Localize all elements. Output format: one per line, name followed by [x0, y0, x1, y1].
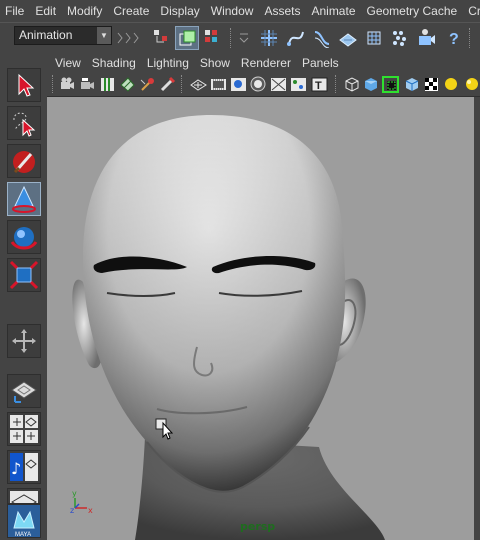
wireframe-icon[interactable]	[343, 76, 360, 93]
axis-gizmo: y z x	[70, 489, 93, 515]
svg-text:♪: ♪	[11, 459, 21, 478]
select-camera-icon[interactable]	[59, 76, 76, 93]
snap-live-surface-icon[interactable]	[362, 26, 386, 50]
collapse-arrows-icon[interactable]	[116, 31, 146, 45]
graph-editor-layout-icon: ♪	[10, 453, 38, 481]
menu-set-value: Animation	[19, 28, 73, 42]
menu-create[interactable]: Create	[108, 0, 155, 22]
toolbox: ♪ MAYA	[0, 52, 47, 540]
menu-modify[interactable]: Modify	[62, 0, 108, 22]
axis-y-label: y	[72, 489, 77, 498]
separator	[181, 75, 184, 93]
smooth-shade-icon[interactable]	[362, 76, 379, 93]
outliner-layout-icon	[10, 491, 38, 503]
camera-name-label: persp	[240, 520, 276, 533]
select-arrow-icon	[18, 73, 35, 97]
rotate-tool-icon	[10, 227, 38, 250]
svg-text:T: T	[315, 80, 322, 92]
lasso-tool[interactable]	[7, 106, 41, 140]
chevron-down-icon[interactable]: ▼	[97, 27, 111, 44]
panel-menu-renderer[interactable]: Renderer	[237, 52, 298, 74]
manipulator-icon	[12, 329, 36, 353]
expand-arrow-icon[interactable]	[238, 31, 250, 45]
use-default-light-icon[interactable]	[463, 76, 480, 93]
rotate-tool[interactable]	[7, 220, 41, 254]
panel-menu-bar: View Shading Lighting Show Renderer Pane…	[47, 52, 480, 74]
snap-point-icon[interactable]	[310, 26, 334, 50]
textured-icon[interactable]	[403, 76, 420, 93]
grease-pencil-icon[interactable]	[159, 76, 176, 93]
bookmarks-icon[interactable]	[99, 76, 116, 93]
separator	[230, 28, 233, 48]
panel-menu-shading[interactable]: Shading	[88, 52, 143, 74]
panel-menu-view[interactable]: View	[47, 52, 88, 74]
select-tool[interactable]	[7, 68, 41, 102]
separator	[335, 75, 338, 93]
use-all-lights-icon[interactable]	[443, 76, 460, 93]
shadows-icon[interactable]	[423, 76, 440, 93]
single-perspective-layout-icon	[11, 381, 37, 403]
head-model	[72, 115, 385, 540]
viewport-edge	[474, 97, 480, 540]
image-plane-icon[interactable]	[119, 76, 136, 93]
render-icon[interactable]	[414, 26, 438, 50]
scale-tool-icon	[9, 260, 39, 290]
axis-z-label: z	[70, 506, 74, 515]
two-d-pan-zoom-icon[interactable]	[139, 76, 156, 93]
wireframe-on-shaded-icon[interactable]	[382, 76, 399, 93]
camera-attributes-icon[interactable]	[79, 76, 96, 93]
panel-menu-show[interactable]: Show	[196, 52, 237, 74]
paint-select-icon	[13, 151, 35, 174]
safe-action-icon[interactable]	[290, 76, 307, 93]
perspective-viewport[interactable]	[47, 97, 474, 540]
single-perspective-layout[interactable]	[7, 374, 41, 408]
field-chart-icon[interactable]	[270, 76, 287, 93]
help-icon[interactable]: ?	[442, 26, 466, 50]
universal-manipulator-tool[interactable]	[7, 324, 41, 358]
panel-toolbar: T	[47, 74, 480, 97]
graph-editor-layout[interactable]: ♪	[7, 450, 41, 484]
resolution-gate-icon[interactable]	[230, 76, 247, 93]
film-gate-icon[interactable]	[210, 76, 227, 93]
menu-geometry-cache[interactable]: Geometry Cache	[362, 0, 464, 22]
menu-edit[interactable]: Edit	[30, 0, 62, 22]
menu-file[interactable]: File	[0, 0, 30, 22]
outliner-layout[interactable]	[7, 488, 41, 504]
menu-set-dropdown[interactable]: Animation ▼	[14, 26, 112, 45]
history-icon[interactable]	[388, 26, 412, 50]
maya-logo: MAYA	[7, 504, 41, 538]
gate-mask-icon[interactable]	[250, 76, 267, 93]
four-view-layout[interactable]	[7, 412, 41, 446]
main-menu-bar: File Edit Modify Create Display Window A…	[0, 0, 480, 22]
grid-toggle-icon[interactable]	[190, 76, 207, 93]
select-component-icon[interactable]	[201, 26, 225, 50]
move-tool-icon	[12, 185, 36, 213]
paint-selection-tool[interactable]	[7, 144, 41, 178]
snap-curve-icon[interactable]	[284, 26, 308, 50]
axis-x-label: x	[88, 506, 93, 515]
scale-tool[interactable]	[7, 258, 41, 292]
svg-text:?: ?	[449, 31, 459, 48]
menu-display[interactable]: Display	[155, 0, 205, 22]
snap-grid-icon[interactable]	[257, 26, 281, 50]
menu-animate[interactable]: Animate	[306, 0, 361, 22]
menu-assets[interactable]: Assets	[259, 0, 306, 22]
status-line: Animation ▼ ?	[0, 22, 480, 54]
separator	[469, 28, 472, 48]
panel-menu-lighting[interactable]: Lighting	[143, 52, 196, 74]
maya-logo-icon: MAYA	[13, 510, 35, 536]
menu-window[interactable]: Window	[206, 0, 260, 22]
select-object-icon[interactable]	[175, 26, 199, 50]
snap-view-plane-icon[interactable]	[336, 26, 360, 50]
separator	[52, 75, 55, 93]
four-view-layout-icon	[10, 415, 38, 443]
menu-create-truncated[interactable]: Cre	[463, 0, 480, 22]
lasso-select-icon	[13, 112, 36, 137]
svg-text:MAYA: MAYA	[15, 532, 31, 536]
panel-menu-panels[interactable]: Panels	[298, 52, 346, 74]
safe-title-icon[interactable]: T	[311, 76, 328, 93]
move-tool[interactable]	[7, 182, 41, 216]
select-hierarchy-icon[interactable]	[150, 26, 174, 50]
